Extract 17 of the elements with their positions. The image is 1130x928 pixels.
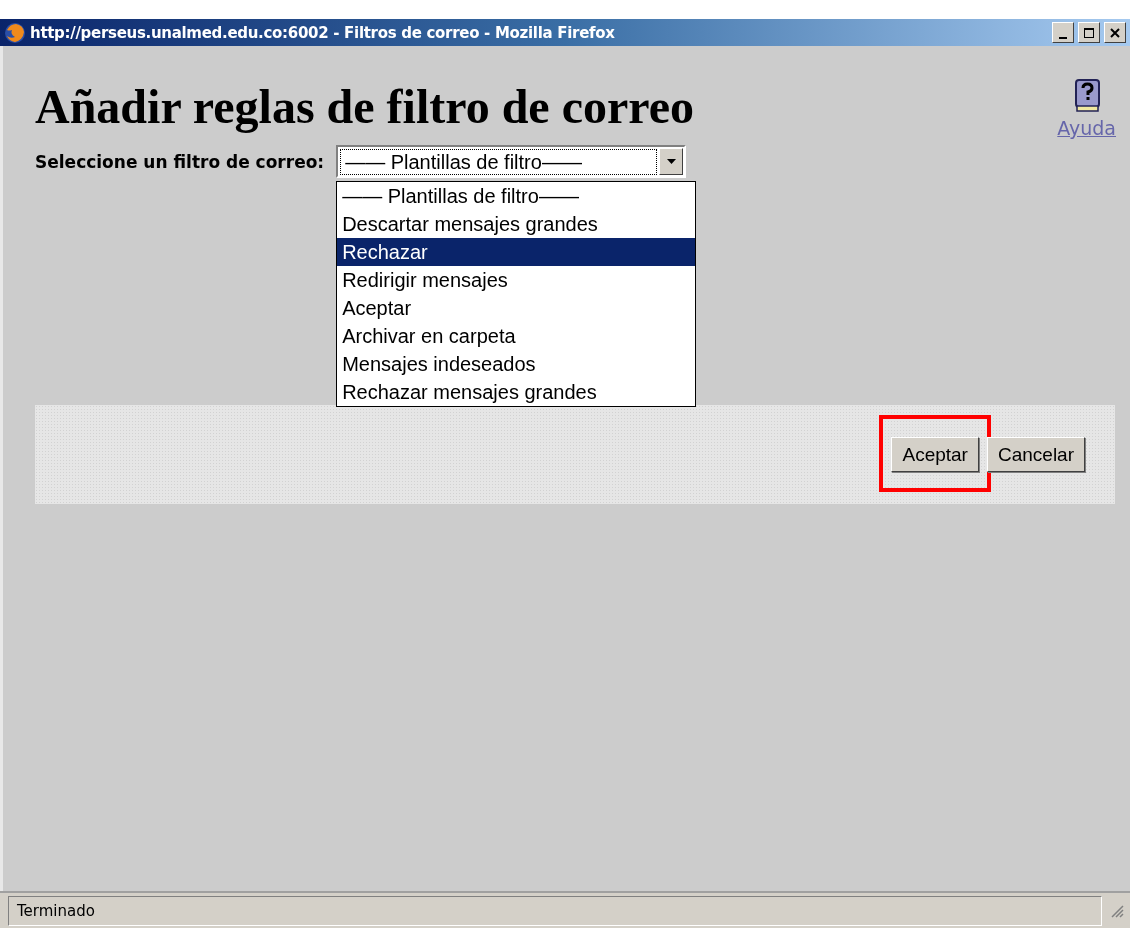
minimize-button[interactable] <box>1052 22 1074 43</box>
page-heading: Añadir reglas de filtro de correo <box>35 79 694 135</box>
maximize-button[interactable] <box>1078 22 1100 43</box>
maximize-icon <box>1083 26 1095 39</box>
window-title: http://perseus.unalmed.edu.co:6002 - Filtros de correo - Mozilla Firefox <box>30 23 616 42</box>
close-icon <box>1110 27 1120 38</box>
filter-select-label: Seleccione un filtro de correo: <box>35 151 325 172</box>
dropdown-option[interactable]: Rechazar <box>337 238 696 266</box>
close-button[interactable] <box>1104 22 1126 43</box>
minimize-icon <box>1059 36 1067 39</box>
help-book-icon <box>1072 79 1101 113</box>
dialog-button[interactable]: Cancelar <box>986 437 1085 472</box>
dropdown-arrow-icon <box>666 159 676 164</box>
resize-grip-icon <box>1110 903 1124 918</box>
status-text: Terminado <box>8 895 1102 926</box>
browser-logo-icon <box>4 21 26 44</box>
dialog-button[interactable]: Aceptar <box>891 437 979 472</box>
